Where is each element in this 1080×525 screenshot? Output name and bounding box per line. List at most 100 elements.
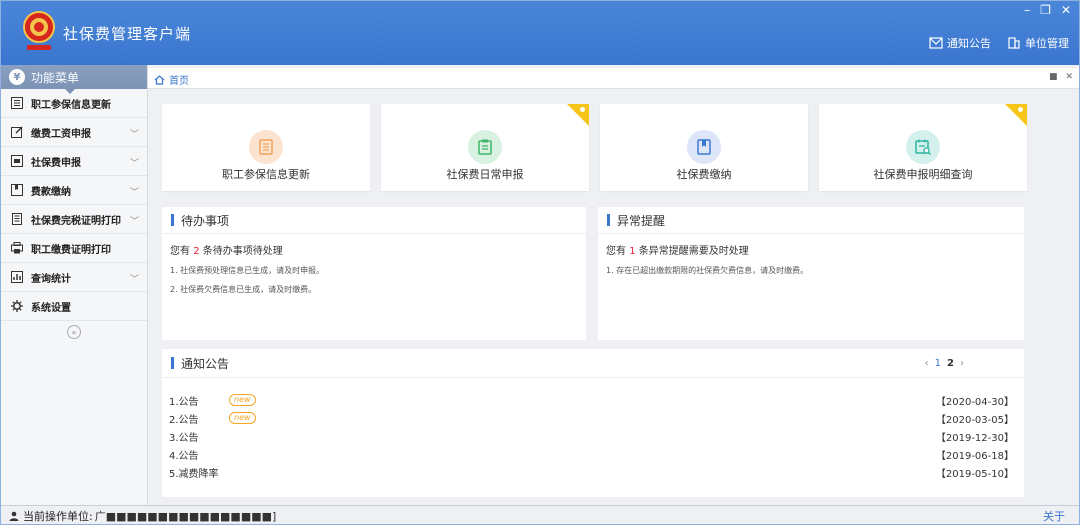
main-content: 职工参保信息更新 社保费日常申报 社保费缴纳 社保费申报明细查询 待办事项 您有… — [148, 89, 1079, 505]
receipt-icon — [12, 213, 22, 225]
card-icon-circle — [249, 130, 283, 164]
notice-date: 【2020-03-05】 — [935, 414, 1014, 426]
card-icon-circle — [906, 130, 940, 164]
sidebar-item-label: 社保费申报 — [31, 157, 81, 169]
notice-date: 【2020-04-30】 — [935, 396, 1014, 408]
close-window-button[interactable]: ✕ — [1061, 3, 1071, 17]
app-window: 社保费管理客户端 – ❐ ✕ 通知公告 单位管理 ¥ 功能菜单 职工参保信息更新 — [0, 0, 1080, 525]
alert-count: 1 — [629, 246, 636, 257]
notice-row[interactable]: 1.公告 new 【2020-04-30】 — [169, 392, 1014, 408]
todo-prefix: 您有 — [170, 246, 190, 257]
alert-item[interactable]: 1. 存在已超出缴款期限的社保费欠费信息，请及时缴费。 — [606, 265, 1024, 276]
alert-title: 异常提醒 — [598, 207, 1024, 234]
notice-row[interactable]: 5.减费降率 【2019-05-10】 — [169, 464, 1014, 480]
pager-page-1[interactable]: 1 — [935, 358, 941, 369]
card-icon-circle — [687, 130, 721, 164]
chevron-down-icon: ﹀ — [129, 275, 139, 285]
notice-title-text: 5.减费降率 — [169, 468, 219, 480]
todo-summary: 您有 2 条待办事项待处理 — [170, 242, 586, 257]
book-icon — [11, 184, 23, 196]
home-icon — [154, 74, 165, 85]
todo-suffix: 条待办事项待处理 — [202, 246, 283, 257]
sidebar-item-wage-declare[interactable]: 缴费工资申报 ﹀ — [1, 118, 147, 147]
sidebar-item-employee-info[interactable]: 职工参保信息更新 — [1, 89, 147, 118]
clipboard-icon — [478, 139, 492, 155]
minimize-button[interactable]: – — [1024, 3, 1030, 17]
print-icon — [11, 242, 23, 254]
sidebar-item-label: 缴费工资申报 — [31, 128, 91, 140]
notice-panel: 通知公告 ‹ 1 2 › 1.公告 new 【2020-04-30】 2.公告 … — [162, 349, 1024, 497]
unit-management-link[interactable]: 单位管理 — [1007, 35, 1069, 51]
yen-icon: ¥ — [9, 69, 25, 85]
notice-row[interactable]: 2.公告 new 【2020-03-05】 — [169, 410, 1014, 426]
close-tab-button[interactable]: ✕ — [1065, 72, 1073, 82]
calendar-search-icon — [915, 139, 932, 156]
mail-icon — [929, 37, 943, 49]
restore-button[interactable]: ❐ — [1040, 3, 1051, 17]
card-label: 社保费申报明细查询 — [873, 168, 973, 181]
notice-link[interactable]: 通知公告 — [929, 35, 991, 51]
alert-panel: 异常提醒 您有 1 条异常提醒需要及时处理 1. 存在已超出缴款期限的社保费欠费… — [598, 207, 1024, 340]
app-title: 社保费管理客户端 — [63, 25, 192, 43]
todo-item[interactable]: 1. 社保费预处理信息已生成，请及时申报。 — [170, 265, 586, 276]
sidebar-item-label: 职工缴费证明打印 — [31, 244, 111, 256]
chevron-down-icon: ﹀ — [129, 159, 139, 169]
tax-emblem-logo — [19, 9, 59, 53]
maximize-tab-button[interactable]: ■ — [1049, 72, 1058, 82]
list-icon — [11, 97, 23, 109]
user-icon — [9, 511, 19, 521]
notice-row[interactable]: 4.公告 【2019-06-18】 — [169, 446, 1014, 462]
sidebar-item-fee-declare[interactable]: 社保费申报 ﹀ — [1, 147, 147, 176]
current-unit-value: 广■■■■■■■■■■■■■■■■] — [94, 509, 277, 523]
building-icon — [1008, 37, 1020, 49]
alert-summary: 您有 1 条异常提醒需要及时处理 — [606, 242, 1024, 257]
menu-header: ¥ 功能菜单 — [1, 65, 147, 94]
notice-date: 【2019-12-30】 — [935, 432, 1014, 444]
collapse-sidebar-button[interactable]: « — [67, 325, 81, 339]
notice-title: 通知公告 — [162, 349, 1024, 378]
sidebar-item-tax-certificate[interactable]: 社保费完税证明打印 ﹀ — [1, 205, 147, 234]
bookmark-book-icon — [697, 139, 711, 155]
todo-count: 2 — [193, 246, 200, 257]
card-daily-declare[interactable]: 社保费日常申报 — [381, 104, 589, 191]
card-employee-info-update[interactable]: 职工参保信息更新 — [162, 104, 370, 191]
sidebar-menu: ¥ 功能菜单 职工参保信息更新 缴费工资申报 ﹀ 社保费申报 ﹀ 费款缴纳 ﹀ … — [1, 65, 148, 505]
status-label: 当前操作单位: — [9, 508, 93, 524]
notice-pager: ‹ 1 2 › — [925, 358, 964, 369]
sidebar-item-label: 社保费完税证明打印 — [31, 215, 121, 227]
notice-row[interactable]: 3.公告 【2019-12-30】 — [169, 428, 1014, 444]
pager-page-2[interactable]: 2 — [947, 358, 954, 369]
app-header: 社保费管理客户端 – ❐ ✕ 通知公告 单位管理 — [1, 1, 1079, 65]
about-link[interactable]: 关于 — [1043, 508, 1065, 524]
header-links: 通知公告 单位管理 — [929, 35, 1069, 51]
notice-title-text: 4.公告 — [169, 450, 199, 462]
new-badge: new — [229, 394, 256, 406]
tab-home[interactable]: 首页 — [154, 72, 189, 87]
status-bar: 当前操作单位: 广■■■■■■■■■■■■■■■■] 关于 — [1, 505, 1079, 524]
todo-panel: 待办事项 您有 2 条待办事项待处理 1. 社保费预处理信息已生成，请及时申报。… — [162, 207, 586, 340]
notice-title-text: 1.公告 — [169, 396, 199, 408]
form-icon — [11, 155, 23, 167]
todo-item[interactable]: 2. 社保费欠费信息已生成，请及时缴费。 — [170, 284, 586, 295]
chart-icon — [11, 271, 23, 283]
edit-icon — [11, 126, 23, 138]
pager-prev[interactable]: ‹ — [925, 358, 929, 369]
sidebar-item-payment[interactable]: 费款缴纳 ﹀ — [1, 176, 147, 205]
tab-bar: 首页 ■ ✕ — [148, 68, 1079, 89]
document-icon — [259, 139, 273, 155]
notice-link-label: 通知公告 — [947, 37, 991, 50]
tab-controls: ■ ✕ — [1049, 72, 1073, 82]
unit-management-label: 单位管理 — [1025, 37, 1069, 50]
notice-date: 【2019-06-18】 — [935, 450, 1014, 462]
alert-suffix: 条异常提醒需要及时处理 — [638, 246, 749, 257]
tab-home-label: 首页 — [169, 76, 189, 87]
sidebar-item-payment-certificate[interactable]: 职工缴费证明打印 — [1, 234, 147, 263]
sidebar-item-query-stats[interactable]: 查询统计 ﹀ — [1, 263, 147, 292]
notice-title-text: 3.公告 — [169, 432, 199, 444]
card-fee-payment[interactable]: 社保费缴纳 — [600, 104, 808, 191]
corner-flag-icon — [1005, 104, 1027, 126]
sidebar-item-settings[interactable]: 系统设置 — [1, 292, 147, 321]
pager-next[interactable]: › — [960, 358, 964, 369]
card-icon-circle — [468, 130, 502, 164]
card-declare-detail-query[interactable]: 社保费申报明细查询 — [819, 104, 1027, 191]
